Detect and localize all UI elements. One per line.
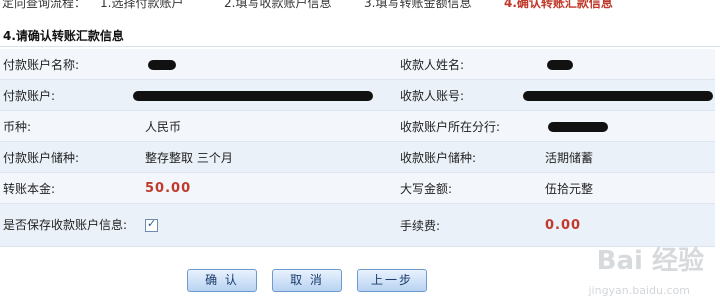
- watermark-url: jingyan.baidu.com: [588, 284, 690, 297]
- save-payee-checkbox[interactable]: [145, 217, 158, 232]
- value-payee-name: [545, 49, 715, 80]
- label-payer-account-name: 付款账户名称:: [0, 49, 145, 80]
- step-4-active: 4.确认转账汇款信息: [504, 0, 613, 10]
- section-title: 4.请确认转账汇款信息: [3, 29, 124, 43]
- label-payee-name: 收款人姓名:: [397, 49, 545, 80]
- value-payer-account: [133, 79, 397, 111]
- value-payer-deposit-type: 整存整取 三个月: [145, 141, 397, 173]
- label-payee-deposit-type: 收款账户储种:: [397, 141, 545, 173]
- label-payer-account: 付款账户:: [0, 79, 145, 111]
- info-row: 付款账户: 收款人账号:: [0, 79, 715, 111]
- step-intro-label: 定向查询流程：: [2, 0, 87, 10]
- label-save-payee-info: 是否保存收款账户信息:: [0, 203, 145, 247]
- redacted-text: [133, 90, 373, 101]
- watermark-logo: Bai 经验: [596, 246, 704, 276]
- value-principal: 50.00: [145, 180, 192, 196]
- info-row: 付款账户储种: 整存整取 三个月 收款账户储种: 活期储蓄: [0, 141, 715, 173]
- redacted-text: [548, 121, 608, 132]
- info-row: 转账本金: 50.00 大写金额: 伍拾元整: [0, 172, 715, 204]
- label-payer-deposit-type: 付款账户储种:: [0, 141, 145, 173]
- value-amount-in-words: 伍拾元整: [545, 172, 715, 204]
- confirm-button[interactable]: 确 认: [187, 269, 257, 292]
- label-payee-branch: 收款账户所在分行:: [397, 110, 545, 142]
- info-row: 付款账户名称: 收款人姓名:: [0, 49, 715, 80]
- value-payee-account: [523, 79, 715, 111]
- redacted-text: [523, 90, 713, 101]
- label-amount-in-words: 大写金额:: [397, 172, 545, 204]
- info-row: 币种: 人民币 收款账户所在分行:: [0, 110, 715, 142]
- redacted-text: [148, 59, 176, 70]
- value-payee-branch: [545, 110, 715, 142]
- redacted-text: [547, 59, 573, 70]
- step-3: 3.填写转账金额信息: [364, 0, 472, 10]
- label-principal: 转账本金:: [0, 172, 145, 204]
- label-fee: 手续费:: [397, 203, 545, 247]
- step-1: 1.选择付款账户: [100, 0, 184, 10]
- step-2: 2.填写收款账户信息: [224, 0, 332, 10]
- value-currency: 人民币: [145, 110, 397, 142]
- value-payee-deposit-type: 活期储蓄: [545, 141, 715, 173]
- confirm-info-table: 付款账户名称: 收款人姓名: 付款账户: 收款人账号: 币种: 人民币 收款账户…: [0, 49, 715, 247]
- cancel-button[interactable]: 取 消: [272, 269, 342, 292]
- value-payer-account-name: [145, 49, 397, 80]
- divider: [0, 46, 720, 47]
- label-currency: 币种:: [0, 110, 145, 142]
- prev-step-button[interactable]: 上一步: [357, 269, 427, 292]
- step-breadcrumb: 定向查询流程： 1.选择付款账户 2.填写收款账户信息 3.填写转账金额信息 4…: [0, 0, 720, 10]
- value-fee: 0.00: [545, 217, 582, 233]
